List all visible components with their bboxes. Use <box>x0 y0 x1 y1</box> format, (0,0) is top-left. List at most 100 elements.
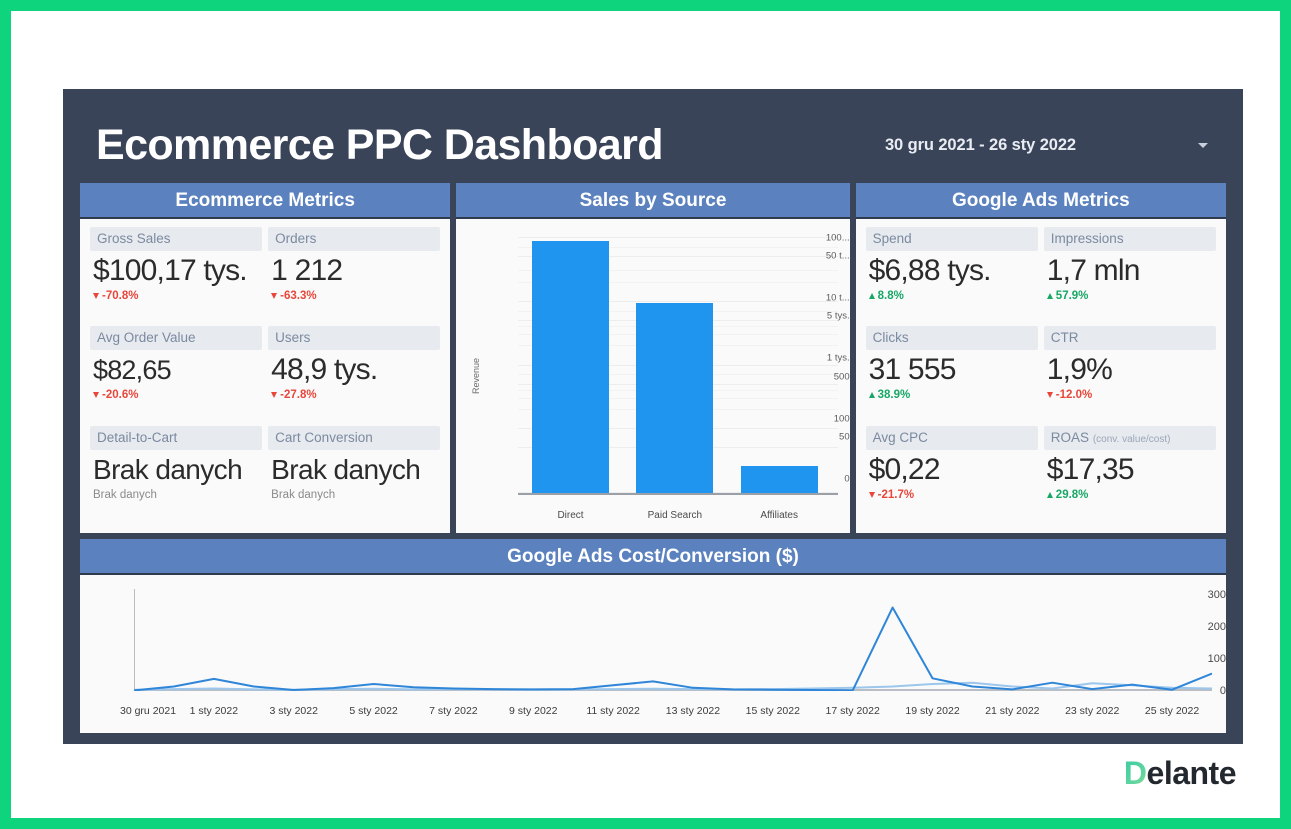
kpi-delta: -70.8% <box>90 290 262 302</box>
bar-category-label: Paid Search <box>647 510 703 521</box>
top-panel-row: Ecommerce Metrics Gross Sales $100,17 ty… <box>80 183 1226 533</box>
arrow-down-icon <box>93 392 99 399</box>
kpi-label: CTR <box>1043 326 1216 351</box>
kpi-delta: -20.6% <box>90 389 262 401</box>
kpi-delta-label: -20.6% <box>102 389 139 402</box>
line-xtick-label: 1 sty 2022 <box>189 705 239 717</box>
line-xtick-label: 7 sty 2022 <box>429 705 478 717</box>
line-xtick-label: 5 sty 2022 <box>349 705 398 717</box>
ecommerce-kpi-grid: Gross Sales $100,17 tys. -70.8% Orders 1… <box>80 219 450 533</box>
kpi-impressions[interactable]: Impressions 1,7 mln 57.9% <box>1043 227 1216 324</box>
kpi-delta-label: -21.7% <box>877 488 915 501</box>
kpi-delta-label: 57.9% <box>1055 290 1089 302</box>
kpi-subtext: Brak danych <box>93 488 157 501</box>
kpi-delta-label: -63.3% <box>280 290 317 302</box>
kpi-delta: 57.9% <box>1044 290 1216 302</box>
kpi-delta-label: 38.9% <box>877 389 911 402</box>
kpi-label: Users <box>268 326 441 351</box>
kpi-delta: -21.7% <box>866 489 1038 501</box>
arrow-up-icon <box>868 293 875 299</box>
panel-sales-by-source: Sales by Source Revenue Direct Paid Searc… <box>456 183 850 533</box>
page-frame: Ecommerce PPC Dashboard 30 gru 2021 - 26… <box>0 0 1291 829</box>
kpi-value: $0,22 <box>868 452 941 486</box>
line-xtick-label: 15 sty 2022 <box>745 705 800 717</box>
kpi-cart-conversion[interactable]: Cart Conversion Brak danych Brak danych <box>268 425 441 523</box>
kpi-label: Avg Order Value <box>90 326 263 351</box>
kpi-avg-cpc[interactable]: Avg CPC $0,22 -21.7% <box>865 425 1038 523</box>
kpi-value: 1,9% <box>1046 353 1113 387</box>
kpi-value: Brak danych <box>93 453 243 485</box>
bar-chart[interactable]: Revenue Direct Paid Search Affiliates 100.… <box>456 219 849 533</box>
kpi-delta: 29.8% <box>1044 489 1216 501</box>
kpi-label: Cart Conversion <box>268 425 441 450</box>
arrow-down-icon <box>1046 392 1053 399</box>
kpi-label: Spend <box>865 227 1038 251</box>
line-ytick-label: 200 <box>1207 621 1226 634</box>
line-ytick-label: 0 <box>1219 685 1226 697</box>
kpi-spend[interactable]: Spend $6,88 tys. 8.8% <box>865 227 1038 324</box>
line-xtick-label: 3 sty 2022 <box>269 705 318 717</box>
arrow-down-icon <box>271 392 278 399</box>
google-ads-kpi-grid: Spend $6,88 tys. 8.8% Impressions 1,7 ml… <box>856 219 1226 533</box>
kpi-delta-label: -12.0% <box>1055 389 1093 402</box>
bar-gridline <box>518 237 838 239</box>
line-xtick-label: 30 gru 2021 <box>120 705 177 717</box>
arrow-up-icon <box>1046 293 1053 299</box>
logo-initial: D <box>1123 755 1147 791</box>
line-xtick-label: 25 sty 2022 <box>1144 705 1200 717</box>
kpi-label: Clicks <box>865 326 1038 351</box>
kpi-gross-sales[interactable]: Gross Sales $100,17 tys. -70.8% <box>90 227 263 324</box>
panel-ecommerce-metrics: Ecommerce Metrics Gross Sales $100,17 ty… <box>80 183 451 533</box>
panel-google-ads-metrics: Google Ads Metrics Spend $6,88 tys. 8.8% <box>855 183 1226 533</box>
kpi-delta: -27.8% <box>268 389 440 401</box>
kpi-label: Gross Sales <box>90 227 263 251</box>
kpi-roas[interactable]: ROAS (conv. value/cost) $17,35 29.8% <box>1043 425 1216 523</box>
bar-ytick-label: 50 <box>839 431 850 443</box>
bar-chart-ylabel: Revenue <box>471 357 482 395</box>
kpi-label-main: ROAS <box>1050 429 1090 445</box>
dashboard-container: Ecommerce PPC Dashboard 30 gru 2021 - 26… <box>63 89 1243 744</box>
kpi-delta-label: 29.8% <box>1055 488 1089 501</box>
kpi-ctr[interactable]: CTR 1,9% -12.0% <box>1043 326 1216 423</box>
line-series <box>134 606 1212 691</box>
kpi-clicks[interactable]: Clicks 31 555 38.9% <box>865 326 1038 423</box>
bar-ytick-label: 10 t... <box>825 292 850 304</box>
panel-cost-per-conversion: Google Ads Cost/Conversion ($) 30 gru 20… <box>80 539 1226 733</box>
line-chart[interactable]: 30 gru 2021 1 sty 2022 3 sty 2022 5 sty 202… <box>80 575 1226 733</box>
kpi-delta-label: -70.8% <box>102 290 139 302</box>
date-range-label: 30 gru 2021 - 26 sty 2022 <box>884 135 1076 154</box>
line-ytick-label: 100 <box>1207 653 1226 666</box>
kpi-detail-to-cart[interactable]: Detail-to-Cart Brak danych Brak danych <box>90 425 263 523</box>
kpi-label-sub: (conv. value/cost) <box>1092 433 1171 445</box>
kpi-label: Detail-to-Cart <box>90 425 263 450</box>
dashboard-header: Ecommerce PPC Dashboard 30 gru 2021 - 26… <box>80 107 1226 183</box>
kpi-orders[interactable]: Orders 1 212 -63.3% <box>268 227 441 324</box>
kpi-value: 48,9 tys. <box>271 353 378 387</box>
bar-chart-plot: Direct Paid Search Affiliates <box>518 233 838 521</box>
date-range-selector[interactable]: 30 gru 2021 - 26 sty 2022 <box>885 136 1208 155</box>
kpi-label: Avg CPC <box>865 425 1038 450</box>
bar-ytick-label: 5 tys. <box>826 310 850 322</box>
kpi-value: 1 212 <box>271 254 343 287</box>
arrow-up-icon <box>1046 491 1053 498</box>
kpi-avg-order-value[interactable]: Avg Order Value $82,65 -20.6% <box>90 326 263 423</box>
kpi-value: $17,35 <box>1046 452 1135 486</box>
kpi-delta: 8.8% <box>866 290 1038 302</box>
chevron-down-icon[interactable] <box>1198 142 1208 148</box>
bar-ytick-label: 0 <box>844 473 850 485</box>
kpi-delta: 38.9% <box>866 389 1038 401</box>
line-ytick-label: 300 <box>1207 589 1226 602</box>
bar-direct[interactable] <box>531 240 610 493</box>
kpi-subtext: Brak danych <box>271 488 336 501</box>
line-xtick-label: 23 sty 2022 <box>1065 705 1120 717</box>
kpi-users[interactable]: Users 48,9 tys. -27.8% <box>268 326 441 423</box>
bar-ytick-label: 50 t... <box>825 250 850 262</box>
kpi-value: 31 555 <box>868 353 957 387</box>
bar-paid-search[interactable] <box>636 303 714 493</box>
line-xtick-label: 9 sty 2022 <box>509 705 558 717</box>
kpi-value: $100,17 tys. <box>93 254 248 287</box>
panel-title-ads: Google Ads Metrics <box>855 183 1226 219</box>
delante-logo: Delante <box>1123 755 1237 792</box>
line-xtick-label: 11 sty 2022 <box>586 705 640 717</box>
kpi-value: $6,88 tys. <box>868 254 992 287</box>
